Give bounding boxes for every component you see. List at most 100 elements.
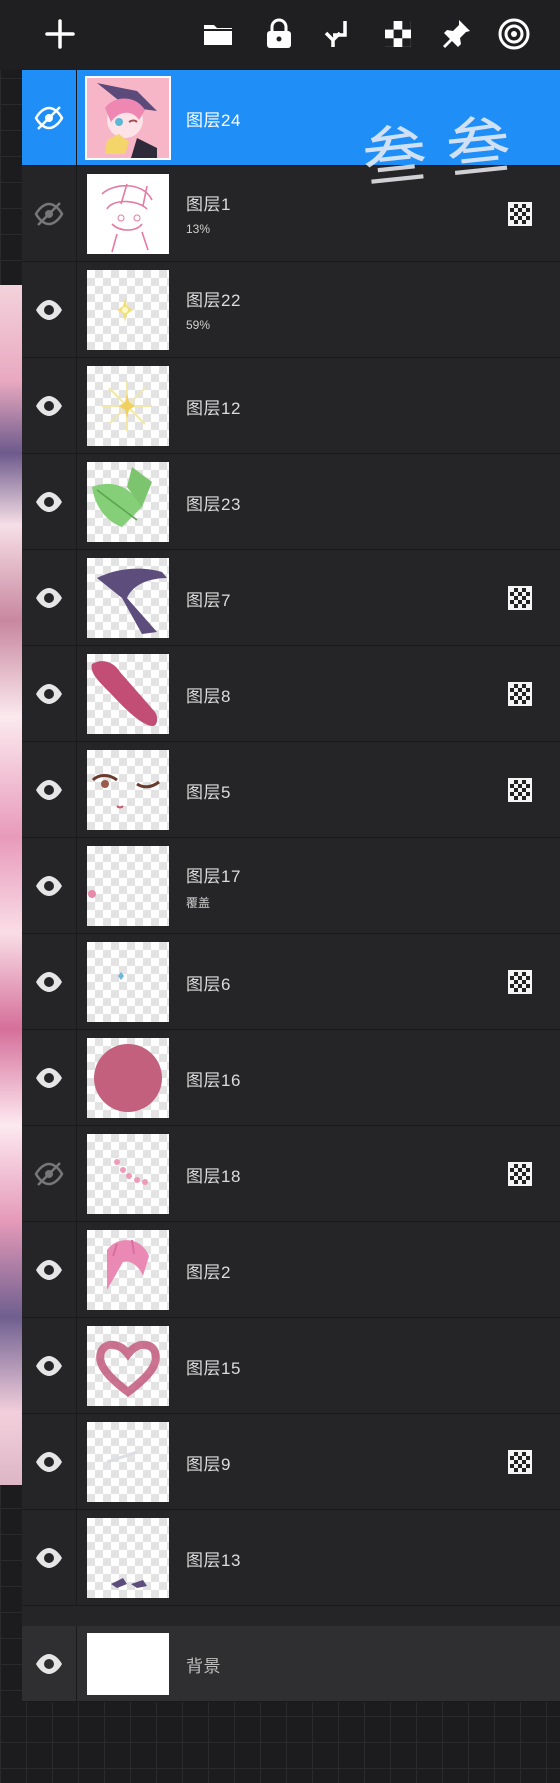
eye-icon[interactable] xyxy=(28,1442,70,1482)
layer-thumbnail xyxy=(87,942,169,1022)
blend-checker-icon[interactable] xyxy=(508,202,532,226)
layer-row[interactable]: 图层6 xyxy=(22,934,560,1030)
folder-icon[interactable] xyxy=(198,14,238,54)
layer-thumbnail xyxy=(87,1038,169,1118)
blend-checker-icon[interactable] xyxy=(508,586,532,610)
layer-thumbnail xyxy=(85,76,171,160)
layer-row[interactable]: 图层13 xyxy=(22,1510,560,1606)
canvas-preview[interactable] xyxy=(0,285,24,1485)
layer-name: 图层1 xyxy=(186,195,231,214)
eye-icon[interactable] xyxy=(28,674,70,714)
row-divider xyxy=(76,838,77,934)
layer-name: 图层9 xyxy=(186,1455,231,1474)
row-divider xyxy=(76,166,77,262)
blend-checker-icon[interactable] xyxy=(508,1450,532,1474)
layer-row[interactable]: 图层5 xyxy=(22,742,560,838)
layer-row[interactable]: 图层8 xyxy=(22,646,560,742)
eye-icon[interactable] xyxy=(28,866,70,906)
eye-icon[interactable] xyxy=(28,98,70,138)
eye-icon[interactable] xyxy=(28,1346,70,1386)
row-divider xyxy=(76,1414,77,1510)
layer-opacity: 13% xyxy=(186,222,211,236)
signature-watermark: 叁叁 xyxy=(359,106,535,198)
layer-thumbnail xyxy=(87,1518,169,1598)
lock-icon[interactable] xyxy=(259,14,299,54)
eye-icon[interactable] xyxy=(28,482,70,522)
pin-icon[interactable] xyxy=(436,14,476,54)
background-layer-row[interactable]: 背景 xyxy=(22,1626,560,1702)
layer-name: 图层18 xyxy=(186,1167,241,1186)
layer-name: 图层24 xyxy=(186,111,241,130)
layer-thumbnail xyxy=(87,1326,169,1406)
layer-list: 图层24 图层1 13% 图层22 59% 图层12 图层23 图层7 图层8 … xyxy=(22,70,560,1702)
layer-blend-mode: 覆盖 xyxy=(186,896,211,910)
layer-thumbnail xyxy=(87,1230,169,1310)
add-icon[interactable] xyxy=(40,14,80,54)
row-divider xyxy=(76,358,77,454)
layer-name: 图层8 xyxy=(186,687,231,706)
layer-thumbnail xyxy=(87,1422,169,1502)
blend-checker-icon[interactable] xyxy=(508,1162,532,1186)
row-divider xyxy=(76,550,77,646)
eye-icon[interactable] xyxy=(28,578,70,618)
row-divider xyxy=(76,454,77,550)
layer-row[interactable]: 图层9 xyxy=(22,1414,560,1510)
layer-opacity: 59% xyxy=(186,318,211,332)
layer-row[interactable]: 图层22 59% xyxy=(22,262,560,358)
layer-name: 图层6 xyxy=(186,975,231,994)
layer-name: 图层23 xyxy=(186,495,241,514)
eye-icon[interactable] xyxy=(28,290,70,330)
blend-checker-icon[interactable] xyxy=(508,682,532,706)
layer-row[interactable]: 图层23 xyxy=(22,454,560,550)
layer-name: 图层22 xyxy=(186,291,241,310)
layer-thumbnail xyxy=(87,462,169,542)
row-divider xyxy=(76,70,77,166)
layer-thumbnail xyxy=(87,558,169,638)
layer-name: 图层17 xyxy=(186,867,241,886)
eye-icon[interactable] xyxy=(28,962,70,1002)
eye-icon[interactable] xyxy=(28,194,70,234)
layer-row[interactable]: 图层7 xyxy=(22,550,560,646)
row-divider xyxy=(76,1030,77,1126)
layer-thumbnail xyxy=(87,1134,169,1214)
layer-name: 图层7 xyxy=(186,591,231,610)
row-divider xyxy=(76,742,77,838)
blend-checker-icon[interactable] xyxy=(508,970,532,994)
row-divider xyxy=(76,1510,77,1606)
row-divider xyxy=(76,646,77,742)
layer-row[interactable]: 图层18 xyxy=(22,1126,560,1222)
eye-icon[interactable] xyxy=(28,1644,70,1684)
layer-row[interactable]: 图层17 覆盖 xyxy=(22,838,560,934)
layer-thumbnail xyxy=(87,366,169,446)
layer-thumbnail xyxy=(87,270,169,350)
eye-icon[interactable] xyxy=(28,1154,70,1194)
eye-icon[interactable] xyxy=(28,1250,70,1290)
layer-name: 图层2 xyxy=(186,1263,231,1282)
layer-row[interactable]: 图层15 xyxy=(22,1318,560,1414)
layer-name: 图层5 xyxy=(186,783,231,802)
row-divider xyxy=(76,1318,77,1414)
checker-icon[interactable] xyxy=(378,14,418,54)
layer-thumbnail xyxy=(87,654,169,734)
eye-icon[interactable] xyxy=(28,1058,70,1098)
background-color-swatch[interactable] xyxy=(87,1633,169,1695)
layer-row[interactable]: 图层12 xyxy=(22,358,560,454)
row-divider xyxy=(76,262,77,358)
row-divider xyxy=(76,1626,77,1702)
layer-thumbnail xyxy=(87,750,169,830)
layer-row[interactable]: 图层2 xyxy=(22,1222,560,1318)
blend-checker-icon[interactable] xyxy=(508,778,532,802)
row-divider xyxy=(76,1126,77,1222)
layer-thumbnail xyxy=(87,174,169,254)
eye-icon[interactable] xyxy=(28,386,70,426)
layer-name: 图层15 xyxy=(186,1359,241,1378)
eye-icon[interactable] xyxy=(28,1538,70,1578)
row-divider xyxy=(76,1222,77,1318)
background-layer-name: 背景 xyxy=(186,1657,221,1676)
layer-name: 图层12 xyxy=(186,399,241,418)
merge-down-icon[interactable] xyxy=(318,14,358,54)
target-icon[interactable] xyxy=(494,14,534,54)
layer-row[interactable]: 图层16 xyxy=(22,1030,560,1126)
eye-icon[interactable] xyxy=(28,770,70,810)
layer-name: 图层13 xyxy=(186,1551,241,1570)
